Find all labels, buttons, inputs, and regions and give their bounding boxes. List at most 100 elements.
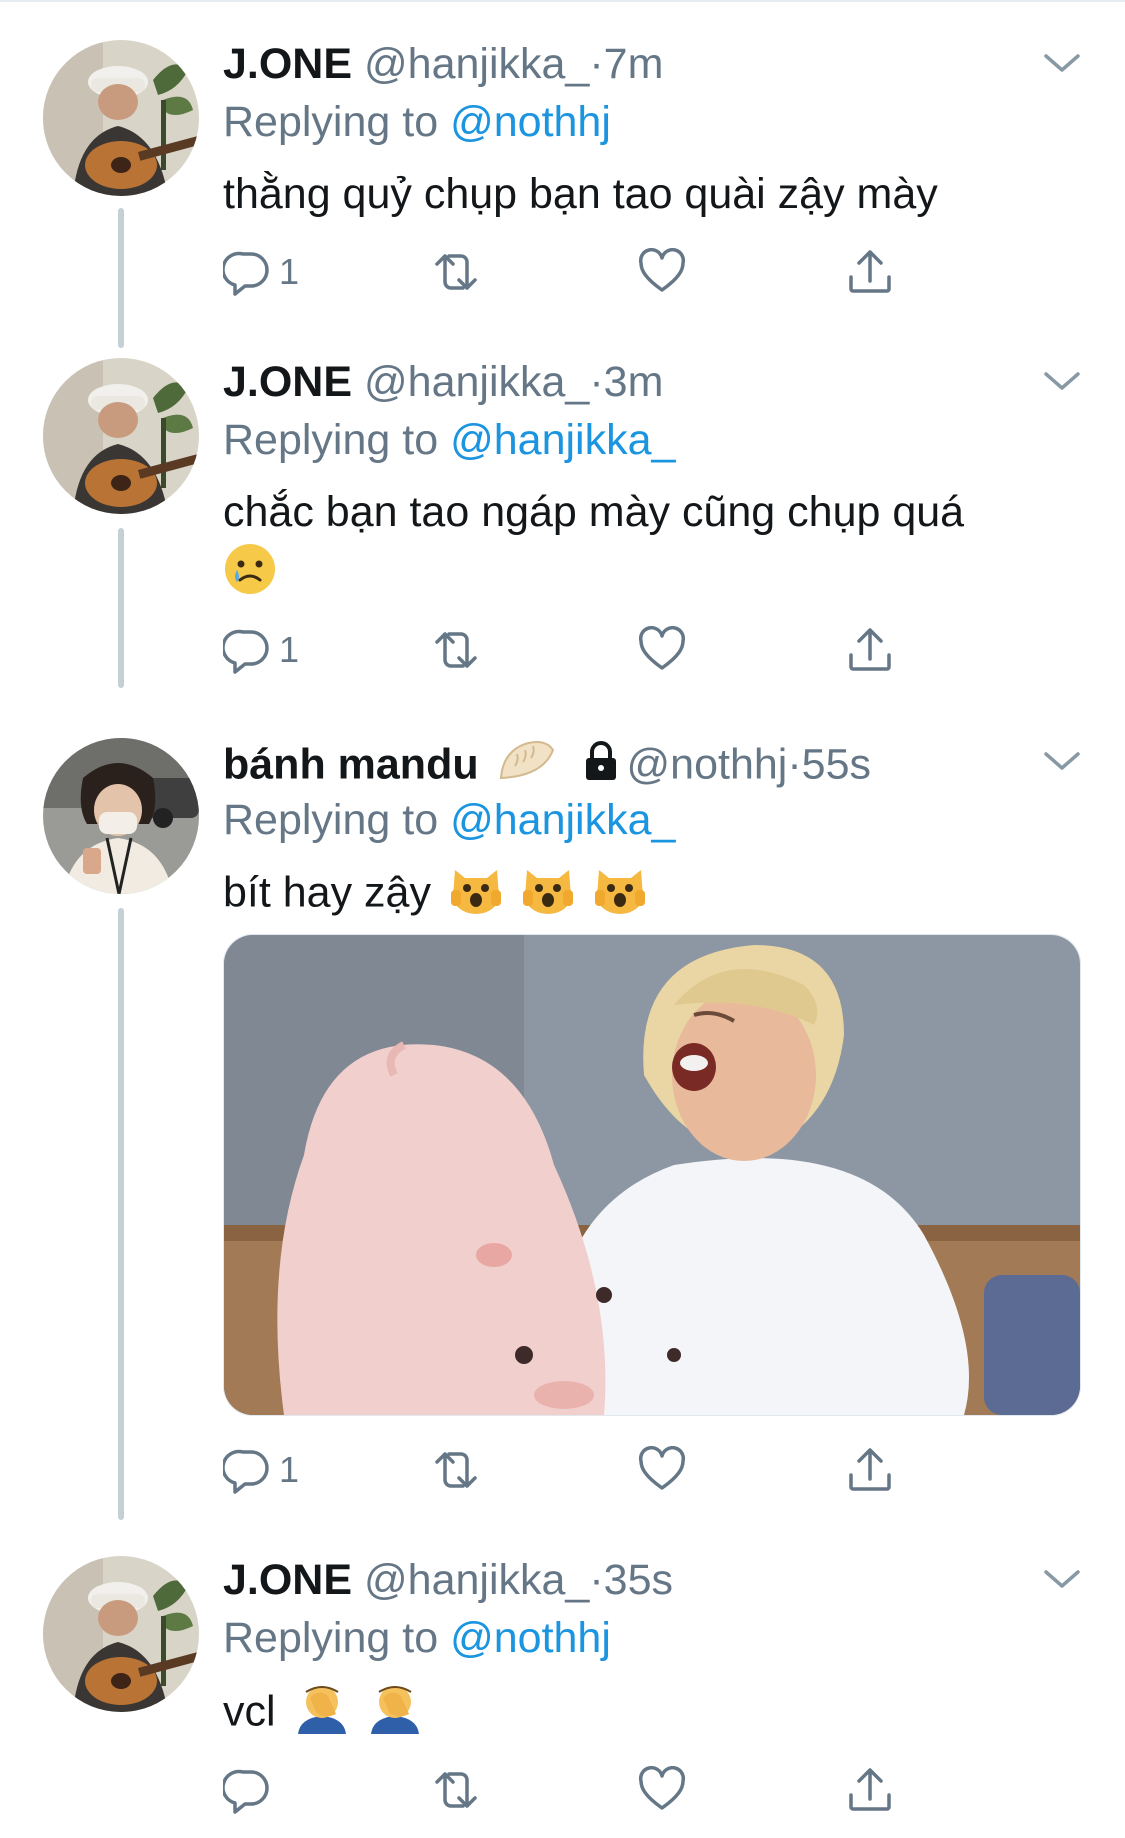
handle[interactable]: @hanjikka_ (364, 1556, 589, 1604)
display-name[interactable]: bánh mandu (223, 740, 479, 788)
action-bar: 1 (223, 1442, 1083, 1498)
dumpling-emoji (497, 736, 555, 798)
tweet-4[interactable]: J.ONE @hanjikka_·35s Replying to @nothhj… (0, 1530, 1125, 1838)
timestamp[interactable]: 3m (604, 358, 664, 406)
tweet-header: J.ONE @hanjikka_·7m (223, 38, 663, 90)
avatar[interactable] (43, 358, 199, 514)
timestamp[interactable]: 35s (604, 1556, 673, 1604)
weary-cat-emoji (521, 860, 575, 930)
weary-cat-emoji (449, 860, 503, 930)
mention-link[interactable]: @hanjikka_ (450, 796, 675, 844)
reply-button[interactable] (223, 1762, 279, 1818)
retweet-icon (435, 254, 477, 290)
tweet-text: thằng quỷ chụp bạn tao quài zậy mày (223, 164, 1083, 224)
share-button[interactable] (845, 1442, 895, 1498)
retweet-button[interactable] (429, 244, 483, 300)
reply-button[interactable]: 1 (223, 622, 299, 678)
tweet-header: bánh mandu @nothhj·55s (223, 736, 871, 798)
separator-dot: · (589, 358, 604, 406)
display-name[interactable]: J.ONE (223, 1556, 352, 1604)
crying-face-emoji (223, 542, 277, 612)
retweet-icon (435, 1772, 477, 1808)
share-button[interactable] (845, 622, 895, 678)
share-button[interactable] (845, 244, 895, 300)
facepalm-emoji (367, 1678, 423, 1750)
tweet-text-content: chắc bạn tao ngáp mày cũng chụp quá (223, 488, 965, 536)
replying-to-label: Replying to (223, 416, 439, 464)
share-icon (849, 628, 891, 671)
masked-person-avatar (43, 738, 199, 894)
tweet-text-content: bít hay zậy (223, 868, 431, 917)
facepalm-emoji (294, 1678, 350, 1750)
handle[interactable]: @nothhj (627, 740, 788, 788)
guitar-player-avatar (43, 40, 199, 196)
reply-button[interactable]: 1 (223, 1442, 299, 1498)
action-bar: 1 (223, 622, 1083, 678)
separator-dot: · (589, 1556, 604, 1604)
handle[interactable]: @hanjikka_ (364, 40, 589, 88)
chevron-down-icon[interactable] (1042, 370, 1082, 399)
replying-to: Replying to @hanjikka_ (223, 414, 675, 466)
thread-line (118, 908, 124, 1520)
heart-icon (638, 626, 686, 670)
tweet-text-content: vcl (223, 1687, 276, 1736)
like-button[interactable] (637, 1762, 687, 1818)
action-bar: 1 (223, 244, 1083, 300)
retweet-button[interactable] (429, 622, 483, 678)
reply-icon (223, 1449, 269, 1494)
replying-to: Replying to @hanjikka_ (223, 794, 675, 846)
reply-count: 1 (279, 629, 300, 670)
retweet-icon (435, 632, 477, 668)
heart-icon (638, 248, 686, 292)
retweet-button[interactable] (429, 1762, 483, 1818)
avatar[interactable] (43, 1556, 199, 1712)
mention-link[interactable]: @nothhj (450, 1614, 611, 1662)
chevron-down-icon[interactable] (1042, 52, 1082, 81)
replying-to-label: Replying to (223, 796, 439, 844)
replying-to-label: Replying to (223, 1614, 439, 1662)
retweet-button[interactable] (429, 1442, 483, 1498)
chevron-down-icon[interactable] (1042, 750, 1082, 779)
mention-link[interactable]: @nothhj (450, 98, 611, 146)
like-button[interactable] (637, 622, 687, 678)
tweet-header: J.ONE @hanjikka_·3m (223, 356, 663, 408)
tweet-3[interactable]: bánh mandu @nothhj·55s Replying to @hanj… (0, 710, 1125, 1530)
heart-icon (638, 1446, 686, 1490)
tweet-header: J.ONE @hanjikka_·35s (223, 1554, 673, 1606)
tweet-1[interactable]: J.ONE @hanjikka_·7m Replying to @nothhj … (0, 0, 1125, 348)
reply-icon (223, 1769, 269, 1814)
avatar[interactable] (43, 40, 199, 196)
reply-count: 1 (279, 1449, 300, 1490)
replying-to: Replying to @nothhj (223, 1612, 611, 1664)
share-button[interactable] (845, 1762, 895, 1818)
handle[interactable]: @hanjikka_ (364, 358, 589, 406)
weary-cat-emoji (593, 860, 647, 930)
avatar[interactable] (43, 738, 199, 894)
timestamp[interactable]: 55s (802, 740, 871, 788)
tweet-text: vcl (223, 1678, 1083, 1750)
chevron-down-icon[interactable] (1042, 1568, 1082, 1597)
guitar-player-avatar (43, 1556, 199, 1712)
tweet-text: chắc bạn tao ngáp mày cũng chụp quá (223, 482, 1083, 612)
tweet-2[interactable]: J.ONE @hanjikka_·3m Replying to @hanjikk… (0, 310, 1125, 710)
tweet-media[interactable] (223, 934, 1081, 1416)
lock-icon (583, 741, 619, 793)
display-name[interactable]: J.ONE (223, 358, 352, 406)
tweet-text: bít hay zậy (223, 860, 1083, 930)
replying-to: Replying to @nothhj (223, 96, 611, 148)
like-button[interactable] (637, 1442, 687, 1498)
heart-icon (638, 1766, 686, 1810)
reply-count: 1 (279, 251, 300, 292)
replying-to-label: Replying to (223, 98, 439, 146)
reply-button[interactable]: 1 (223, 244, 299, 300)
thread-line (118, 528, 124, 688)
timestamp[interactable]: 7m (604, 40, 664, 88)
action-bar (223, 1762, 1083, 1818)
guitar-player-avatar (43, 358, 199, 514)
separator-dot: · (787, 740, 802, 789)
like-button[interactable] (637, 244, 687, 300)
share-icon (849, 1448, 891, 1491)
display-name[interactable]: J.ONE (223, 40, 352, 88)
tweet-text-content: thằng quỷ chụp bạn tao quài zậy mày (223, 170, 938, 218)
mention-link[interactable]: @hanjikka_ (450, 416, 675, 464)
